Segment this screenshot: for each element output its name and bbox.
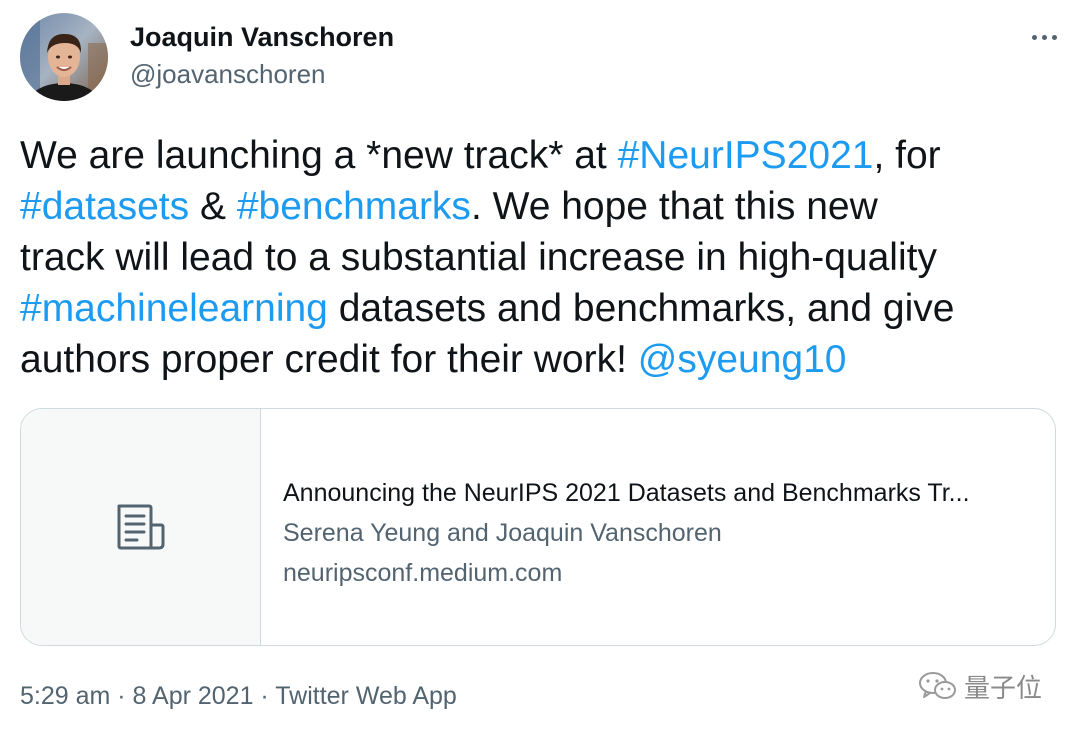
card-authors: Serena Yeung and Joaquin Vanschoren xyxy=(283,519,722,547)
wechat-icon xyxy=(919,672,956,699)
more-dot xyxy=(1041,34,1047,40)
hashtag-link[interactable]: #NeurIPS2021 xyxy=(618,134,874,177)
tweet-text-segment: authors proper credit for their work! xyxy=(20,338,638,381)
watermark-text: 量子位 xyxy=(964,672,1043,703)
card-media xyxy=(21,409,261,645)
tweet-text: We are launching a *new track* at #NeurI… xyxy=(20,130,1060,385)
watermark: 量子位 xyxy=(918,668,1042,704)
more-dot xyxy=(1051,34,1057,40)
hashtag-link[interactable]: #datasets xyxy=(20,185,189,228)
tweet-text-segment: & xyxy=(189,185,237,228)
document-icon xyxy=(117,504,164,550)
tweet-text-segment: , for xyxy=(873,134,941,177)
mention-link[interactable]: @syeung10 xyxy=(638,338,847,381)
tweet-line-2: #datasets & #benchmarks. We hope that th… xyxy=(20,181,1060,232)
card-title: Announcing the NeurIPS 2021 Datasets and… xyxy=(283,479,970,507)
author-handle[interactable]: @joavanschoren xyxy=(130,57,326,91)
tweet-text-segment: datasets and benchmarks, and give xyxy=(327,287,955,330)
more-options-button[interactable] xyxy=(1024,20,1064,54)
link-preview-card[interactable]: Announcing the NeurIPS 2021 Datasets and… xyxy=(20,408,1056,646)
tweet-timestamp[interactable]: 5:29 am · 8 Apr 2021 · Twitter Web App xyxy=(20,678,457,714)
avatar[interactable] xyxy=(20,13,108,101)
tweet-line-1: We are launching a *new track* at #NeurI… xyxy=(20,130,1060,181)
tweet-line-3: track will lead to a substantial increas… xyxy=(20,232,1060,283)
tweet-text-segment: track will lead to a substantial increas… xyxy=(20,236,937,279)
tweet-text-segment: . We hope that this new xyxy=(470,185,878,228)
card-text: Announcing the NeurIPS 2021 Datasets and… xyxy=(283,473,1043,593)
avatar-photo xyxy=(20,13,108,101)
hashtag-link[interactable]: #machinelearning xyxy=(20,287,328,330)
hashtag-link[interactable]: #benchmarks xyxy=(237,185,471,228)
more-dot xyxy=(1031,34,1037,40)
tweet-text-segment: We are launching a *new track* at xyxy=(20,134,618,177)
tweet-line-5: authors proper credit for their work! @s… xyxy=(20,334,1060,385)
card-domain: neuripsconf.medium.com xyxy=(283,559,563,587)
tweet-line-4: #machinelearning datasets and benchmarks… xyxy=(20,283,1060,334)
author-name[interactable]: Joaquin Vanschoren xyxy=(130,20,394,54)
